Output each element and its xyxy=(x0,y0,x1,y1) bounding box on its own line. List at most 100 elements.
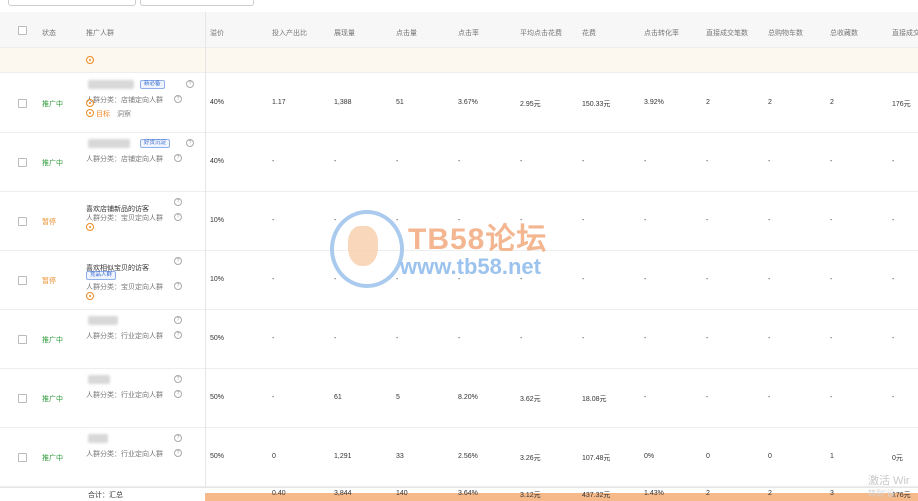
footer-label: 合计：汇总 xyxy=(88,492,123,499)
table-row[interactable]: 推广中? 人群分类：行业定向人群? 50% 0 1,291 33 2.56% 3.26元 107… xyxy=(0,427,918,487)
metric-value: - xyxy=(892,393,895,401)
metric-value: - xyxy=(520,275,523,283)
select-all-checkbox[interactable] xyxy=(18,26,27,35)
bid-value[interactable]: 50% xyxy=(210,453,224,460)
bid-value[interactable]: 40% xyxy=(210,158,224,165)
bid-value[interactable]: 10% xyxy=(210,217,224,224)
help-icon[interactable]: ? xyxy=(174,448,182,457)
bid-value[interactable]: 50% xyxy=(210,394,224,401)
metric-value: - xyxy=(892,157,895,165)
help-icon[interactable]: ? xyxy=(174,256,182,265)
metric-value: - xyxy=(830,334,833,342)
target-icon[interactable] xyxy=(86,291,94,300)
help-icon[interactable]: ? xyxy=(186,138,194,147)
status-text[interactable]: 推广中 xyxy=(42,99,63,109)
help-icon[interactable]: ? xyxy=(174,374,182,383)
table-row[interactable]: 暂停 喜欢店铺新品的访客? 人群分类：宝贝定向人群? 10% - - - - - - - - - - - xyxy=(0,191,918,251)
help-icon[interactable]: ? xyxy=(174,433,182,442)
metric-value: 107.48元 xyxy=(582,454,611,462)
audience-category: 人群分类：行业定向人群 xyxy=(86,391,163,399)
header-bid[interactable]: 溢价 xyxy=(210,28,224,38)
metric-value: - xyxy=(644,334,647,342)
metric-value: 0 xyxy=(706,452,710,460)
metric-value: - xyxy=(458,157,461,165)
header-col[interactable]: 总购物车数 xyxy=(768,28,803,38)
toolbar-button[interactable] xyxy=(140,0,254,6)
table-row[interactable]: 推广中 好货沉淀? 人群分类：店铺定向人群? 40% - - - - - - - - - - - xyxy=(0,132,918,192)
audience-name-redacted xyxy=(88,374,110,384)
header-col[interactable]: 直接成交笔数 xyxy=(706,28,748,38)
help-icon[interactable]: ? xyxy=(174,281,182,290)
header-col[interactable]: 花费 xyxy=(582,28,596,38)
row-checkbox[interactable] xyxy=(18,334,27,344)
metric-value: - xyxy=(582,216,585,224)
help-icon[interactable]: ? xyxy=(174,153,182,162)
metric-value: 2 xyxy=(830,98,834,106)
table-row[interactable]: 推广中? 人群分类：行业定向人群? 50% - 61 5 8.20% 3.62元 18.08元 -… xyxy=(0,368,918,428)
metric-value: - xyxy=(272,334,275,342)
audience-tag: 好货沉淀 xyxy=(140,138,171,148)
metric-value: - xyxy=(830,393,833,401)
header-col[interactable]: 点击量 xyxy=(396,28,417,38)
toolbar-button[interactable] xyxy=(8,0,136,6)
help-icon[interactable]: ? xyxy=(174,197,182,206)
target-icon[interactable] xyxy=(86,108,94,117)
add-row xyxy=(0,48,918,73)
header-col[interactable]: 总收藏数 xyxy=(830,28,858,38)
help-icon[interactable]: ? xyxy=(174,330,182,339)
row-checkbox[interactable] xyxy=(18,98,27,108)
target-icon[interactable] xyxy=(86,222,94,231)
metric-value: 18.08元 xyxy=(582,395,607,403)
target-icon[interactable] xyxy=(86,56,94,64)
status-text[interactable]: 推广中 xyxy=(42,394,63,404)
table-row[interactable]: 推广中? 人群分类：行业定向人群? 50% - - - - - - - - - - - xyxy=(0,309,918,369)
help-icon[interactable]: ? xyxy=(174,315,182,324)
column-divider xyxy=(205,12,206,500)
status-text[interactable]: 推广中 xyxy=(42,335,63,345)
help-icon[interactable]: ? xyxy=(186,79,194,88)
metric-value: 2.95元 xyxy=(520,100,541,108)
metric-value: - xyxy=(334,334,337,342)
metric-value: - xyxy=(644,393,647,401)
row-checkbox[interactable] xyxy=(18,393,27,403)
bid-value[interactable]: 50% xyxy=(210,335,224,342)
metric-value: - xyxy=(334,157,337,165)
metric-value: - xyxy=(644,157,647,165)
metric-value: - xyxy=(706,157,709,165)
bid-value[interactable]: 10% xyxy=(210,276,224,283)
metric-value: - xyxy=(396,334,399,342)
metric-value: - xyxy=(706,216,709,224)
help-icon[interactable]: ? xyxy=(174,389,182,398)
bid-value[interactable]: 40% xyxy=(210,99,224,106)
metric-value: - xyxy=(396,216,399,224)
insight-link[interactable]: 洞察 xyxy=(117,109,131,119)
status-text[interactable]: 暂停 xyxy=(42,217,56,227)
status-text[interactable]: 暂停 xyxy=(42,276,56,286)
table-row[interactable]: 推广中 新必备? 人群分类：店铺定向人群? 目标 洞察 40% 1.17 1,388 51 3.6… xyxy=(0,73,918,133)
status-text[interactable]: 推广中 xyxy=(42,158,63,168)
audience-category: 人群分类：宝贝定向人群 xyxy=(86,214,163,222)
target-icon[interactable] xyxy=(86,98,94,107)
header-col[interactable]: 投入产出比 xyxy=(272,28,307,38)
footer-value: 0.40 xyxy=(272,490,286,497)
goal-link[interactable]: 目标 xyxy=(96,109,110,119)
help-icon[interactable]: ? xyxy=(174,94,182,103)
header-col[interactable]: 平均点击花费 xyxy=(520,28,562,38)
status-text[interactable]: 推广中 xyxy=(42,453,63,463)
header-col[interactable]: 直接成交 xyxy=(892,28,918,38)
metric-value: - xyxy=(892,216,895,224)
footer-value: 140 xyxy=(396,490,408,497)
header-col[interactable]: 点击率 xyxy=(458,28,479,38)
row-checkbox[interactable] xyxy=(18,216,27,226)
row-checkbox[interactable] xyxy=(18,452,27,462)
metric-value: 1,291 xyxy=(334,452,352,460)
help-icon[interactable]: ? xyxy=(174,212,182,221)
row-checkbox[interactable] xyxy=(18,157,27,167)
metric-value: - xyxy=(768,334,771,342)
header-status: 状态 xyxy=(42,30,56,37)
header-col[interactable]: 展现量 xyxy=(334,28,355,38)
row-checkbox[interactable] xyxy=(18,275,27,285)
metric-value: - xyxy=(644,216,647,224)
header-col[interactable]: 点击转化率 xyxy=(644,28,679,38)
table-row[interactable]: 暂停 喜欢相似宝贝的访客 竞品人群? 人群分类：宝贝定向人群? 10% - - - - - - - - -… xyxy=(0,250,918,310)
